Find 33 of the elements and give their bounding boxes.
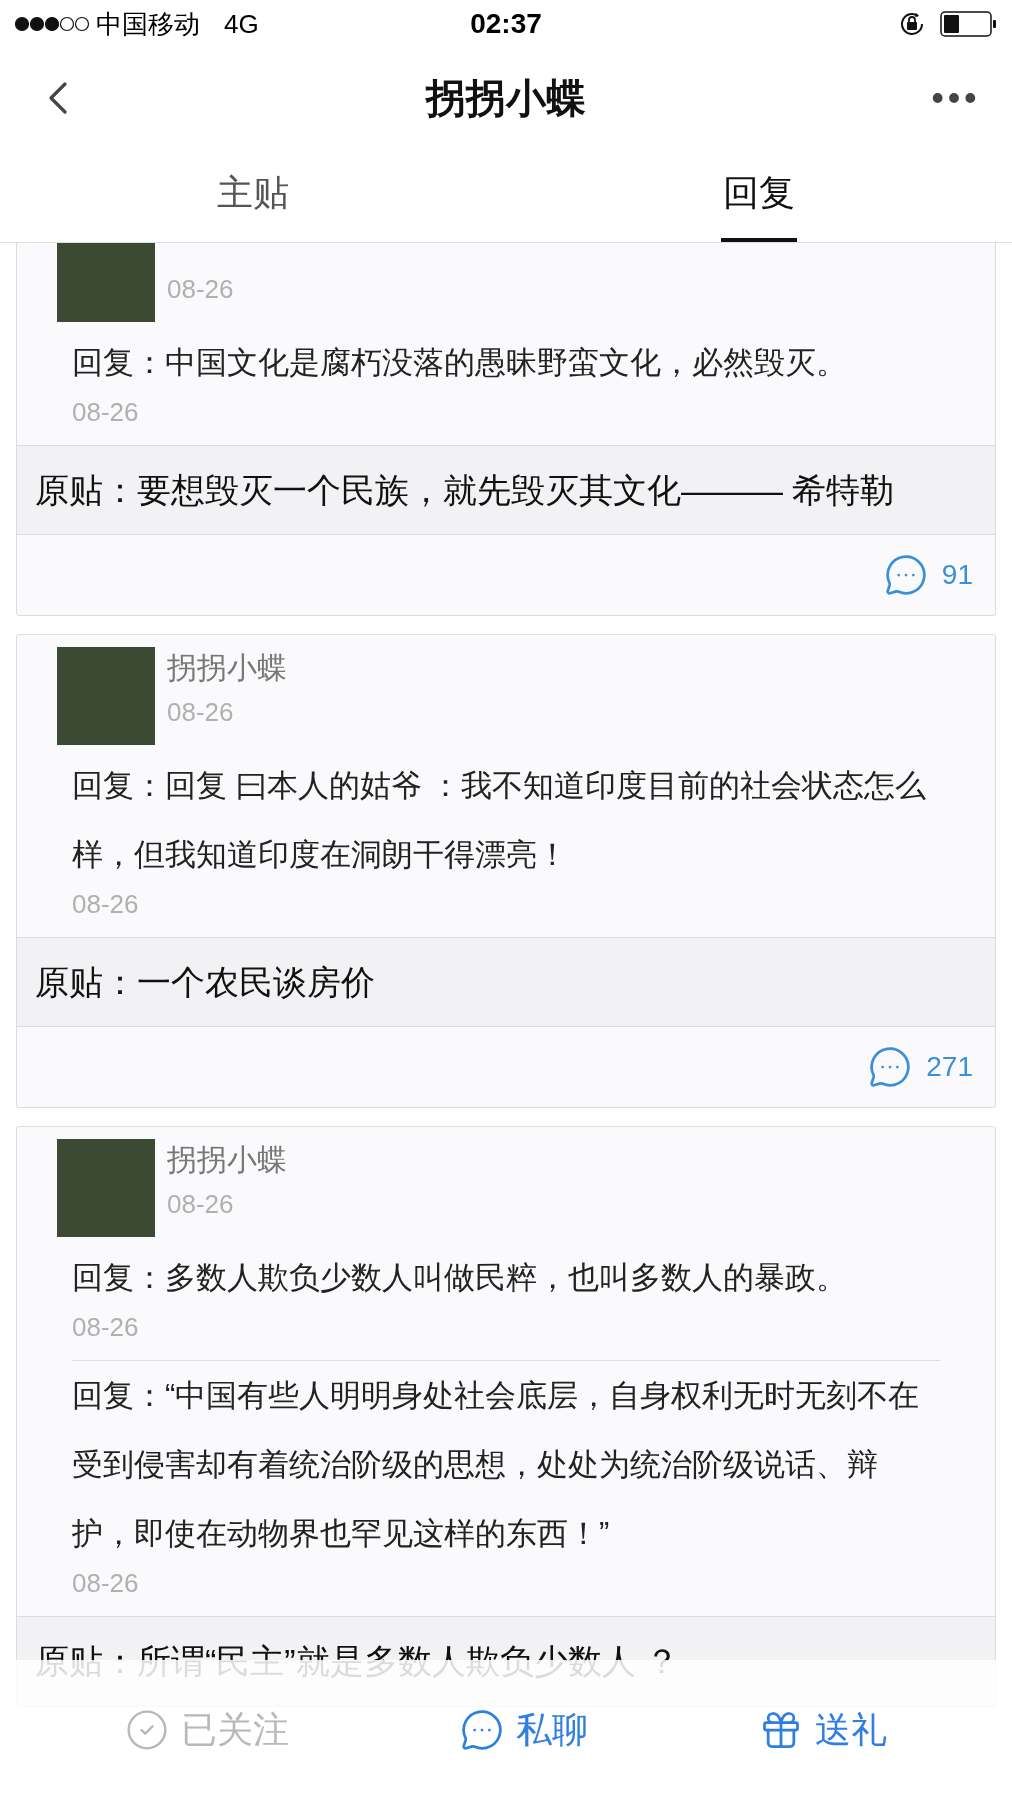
original-post-text: 原贴：要想毁灭一个民族，就先毁灭其文化——— 希特勒 [35, 470, 896, 511]
carrier-name: 中国移动 [96, 7, 200, 41]
comment-icon[interactable] [883, 553, 928, 597]
original-post-text: 原贴：一个农民谈房价 [35, 962, 376, 1003]
battery-icon [940, 11, 998, 37]
reply-text: 回复：中国文化是腐朽没落的愚昧野蛮文化，必然毁灭。 [72, 344, 848, 382]
rotation-lock-icon [898, 10, 926, 38]
reply-text: 回复：多数人欺负少数人叫做民粹，也叫多数人的暴政。 [72, 1259, 848, 1297]
author-name[interactable]: 拐拐小蝶 [167, 647, 287, 689]
author-name[interactable]: 拐拐小蝶 [167, 1139, 287, 1181]
post-date: 08-26 [167, 696, 234, 729]
chat-icon [460, 1708, 504, 1752]
chat-button[interactable]: 私聊 [460, 1703, 588, 1757]
reply-date: 08-26 [72, 1312, 139, 1344]
comment-icon[interactable] [868, 1045, 913, 1089]
reply-date: 08-26 [72, 1568, 139, 1600]
reply-text: 回复：回复 曰本人的姑爷 ：我不知道印度目前的社会状态怎么样，但我知道印度在洞朗干得漂亮！ [72, 767, 928, 874]
reply-date: 08-26 [72, 889, 139, 921]
signal-strength-icon [14, 16, 90, 32]
tab[interactable]: 主贴 [215, 148, 291, 242]
reply-date: 08-26 [72, 397, 139, 429]
gift-button[interactable]: 送礼 [758, 1703, 887, 1757]
original-post-band[interactable]: 原贴：要想毁灭一个民族，就先毁灭其文化——— 希特勒 [17, 445, 995, 535]
reply-text: 回复：“中国有些人明明身处社会底层，自身权利无时无刻不在受到侵害却有着统治阶级的思想，处处为统治阶级说话、辩护，即使在动物界也罕见这样的东西！” [72, 1377, 921, 1553]
original-post-text: 原贴：所谓“民主”就是多数人欺负少数人 ？ [35, 1641, 681, 1682]
original-post-band[interactable]: 原贴：一个农民谈房价 [17, 937, 995, 1027]
comment-count[interactable]: 271 [926, 1046, 973, 1088]
clock-time: 02:37 [470, 7, 542, 41]
post-date: 08-26 [167, 1188, 234, 1221]
post-date: 08-26 [167, 273, 234, 306]
network-type: 4G [224, 7, 259, 41]
comment-count[interactable]: 91 [941, 554, 973, 596]
page-title: 拐拐小蝶 [426, 75, 586, 122]
